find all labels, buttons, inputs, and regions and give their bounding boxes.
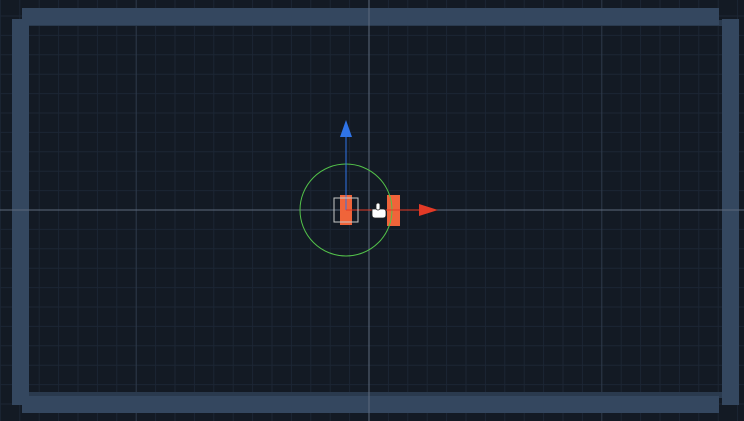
scene-viewport[interactable]: [0, 0, 744, 421]
wall-left[interactable]: [12, 19, 29, 405]
wall-bottom[interactable]: [22, 396, 719, 413]
wall-right[interactable]: [722, 19, 739, 405]
wall-top[interactable]: [22, 8, 719, 25]
scene-canvas[interactable]: [0, 0, 744, 421]
